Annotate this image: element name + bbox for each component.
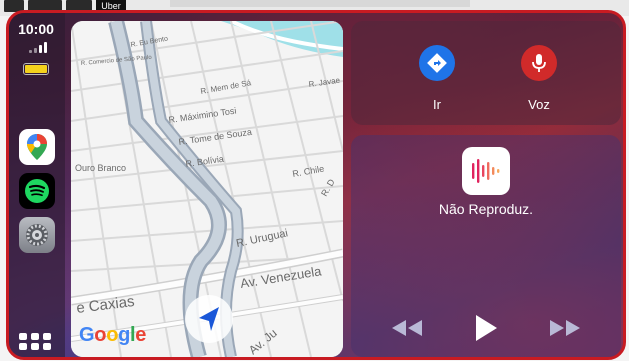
- spotify-icon: [25, 179, 49, 203]
- carplay-frame: Uber 10:00 R. Eu Bento R. Comercio de Sã…: [0, 0, 629, 361]
- settings-gear-icon: [26, 224, 48, 246]
- google-maps-app-icon[interactable]: [19, 129, 55, 165]
- map-view[interactable]: R. Eu Bento R. Comercio de São Paulo R. …: [71, 21, 343, 357]
- google-maps-icon: [27, 134, 47, 160]
- app-grid-icon[interactable]: [19, 333, 55, 351]
- rewind-button[interactable]: [387, 313, 427, 343]
- playback-controls: [351, 313, 621, 343]
- fast-forward-button[interactable]: [545, 313, 585, 343]
- google-logo: Google: [79, 324, 147, 346]
- fast-forward-icon: [550, 320, 580, 336]
- directions-icon: [427, 53, 447, 73]
- sidebar: 10:00: [9, 13, 65, 357]
- playback-status: Não Reproduz.: [438, 201, 534, 217]
- battery-icon: [23, 63, 49, 75]
- signal-icon: [29, 41, 49, 53]
- voice-label: Voz: [528, 97, 550, 112]
- go-label: Ir: [433, 97, 441, 112]
- go-button[interactable]: [419, 45, 455, 81]
- background-banner: [170, 0, 470, 7]
- carplay-screen: 10:00 R. Eu Bento R. Comercio de São Pau…: [6, 10, 626, 360]
- voice-button[interactable]: [521, 45, 557, 81]
- spotify-app-icon[interactable]: [19, 173, 55, 209]
- map-canvas: R. Eu Bento R. Comercio de São Paulo R. …: [71, 21, 343, 357]
- microphone-icon: [532, 54, 546, 72]
- settings-app-icon[interactable]: [19, 217, 55, 253]
- podcast-waveform-icon: [472, 159, 500, 183]
- play-icon: [476, 315, 497, 341]
- actions-card: Ir Voz: [351, 21, 621, 125]
- rewind-icon: [392, 320, 422, 336]
- svg-text:Ouro Branco: Ouro Branco: [75, 163, 126, 173]
- podcast-app-icon: [462, 147, 510, 195]
- status-time: 10:00: [18, 21, 54, 37]
- play-button[interactable]: [466, 313, 506, 343]
- now-playing-card[interactable]: Não Reproduz.: [351, 135, 621, 357]
